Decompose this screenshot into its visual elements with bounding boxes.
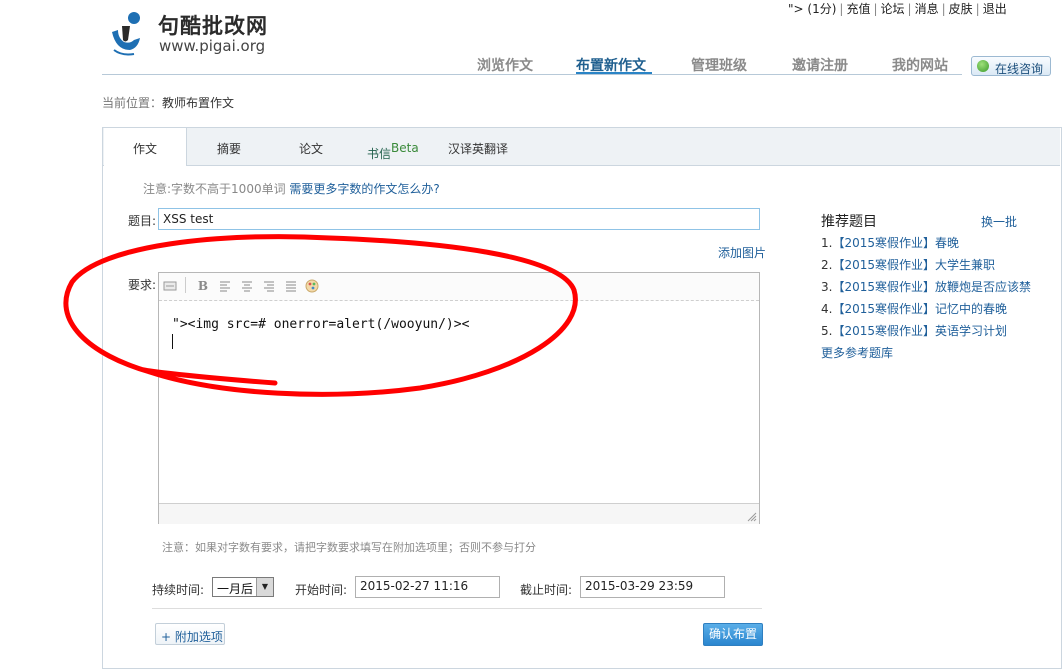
start-time-input[interactable]: 2015-02-27 11:16 bbox=[355, 576, 500, 598]
end-time-input[interactable]: 2015-03-29 23:59 bbox=[580, 576, 725, 598]
recommend-item[interactable]: 2.【2015寒假作业】大学生兼职 bbox=[821, 256, 995, 273]
tab-translation[interactable]: 汉译英翻译 bbox=[448, 140, 508, 157]
word-limit-text: 注意:字数不高于1000单词 bbox=[143, 182, 286, 196]
source-icon[interactable] bbox=[163, 279, 177, 293]
top-link-score[interactable]: "> (1分) bbox=[786, 2, 838, 16]
tab-letter-label: 书信 bbox=[367, 147, 392, 161]
top-link-logout[interactable]: 退出 bbox=[981, 2, 1009, 16]
recommend-item-text: 【2015寒假作业】春晚 bbox=[832, 236, 959, 250]
logo-icon bbox=[112, 12, 140, 56]
recommend-item-num: 1. bbox=[821, 236, 833, 250]
online-consult-button[interactable]: 在线咨询 bbox=[971, 56, 1051, 76]
recommend-item-num: 3. bbox=[821, 280, 833, 294]
refresh-topics-link[interactable]: 换一批 bbox=[981, 213, 1017, 230]
start-time-label: 开始时间: bbox=[295, 583, 348, 597]
tab-letter[interactable]: 书信Beta bbox=[367, 141, 419, 162]
requirement-label: 要求: bbox=[128, 278, 157, 292]
nav-my-site[interactable]: 我的网站 bbox=[892, 55, 948, 75]
resize-handle-icon[interactable] bbox=[745, 510, 757, 522]
form-divider bbox=[152, 608, 762, 609]
header-divider bbox=[102, 74, 962, 75]
recommend-item[interactable]: 5.【2015寒假作业】英语学习计划 bbox=[821, 322, 1007, 339]
recommend-item-num: 5. bbox=[821, 324, 833, 338]
palette-icon[interactable] bbox=[305, 279, 319, 293]
requirement-editor[interactable] bbox=[158, 272, 760, 524]
confirm-assign-button[interactable]: 确认布置 bbox=[703, 623, 763, 646]
end-time-label: 截止时间: bbox=[520, 583, 573, 597]
editor-statusbar bbox=[159, 503, 759, 524]
recommend-title: 推荐题目 bbox=[821, 214, 877, 230]
tab-bar bbox=[103, 128, 1060, 166]
requirement-text: "><img src=# onerror=alert(/wooyun/)>< bbox=[172, 317, 470, 332]
top-link-forum[interactable]: 论坛 bbox=[879, 2, 907, 16]
text-caret bbox=[172, 334, 173, 349]
top-link-skin[interactable]: 皮肤 bbox=[947, 2, 975, 16]
align-left-icon[interactable] bbox=[218, 279, 232, 293]
toolbar-separator bbox=[185, 277, 186, 293]
nav-invite[interactable]: 邀请注册 bbox=[792, 55, 848, 75]
tab-paper[interactable]: 论文 bbox=[299, 140, 323, 157]
tab-essay[interactable]: 作文 bbox=[133, 140, 157, 157]
recommend-item-text: 【2015寒假作业】大学生兼职 bbox=[832, 258, 995, 272]
recommend-item[interactable]: 1.【2015寒假作业】春晚 bbox=[821, 234, 959, 251]
more-words-link[interactable]: 需要更多字数的作文怎么办? bbox=[289, 182, 439, 196]
align-center-icon[interactable] bbox=[240, 279, 254, 293]
nav-manage-class[interactable]: 管理班级 bbox=[691, 55, 747, 75]
breadcrumb: 当前位置：教师布置作文 bbox=[102, 94, 234, 111]
chat-icon bbox=[977, 60, 989, 72]
recommend-item-num: 4. bbox=[821, 302, 833, 316]
recommend-item[interactable]: 3.【2015寒假作业】放鞭炮是否应该禁 bbox=[821, 278, 1031, 295]
title-input[interactable] bbox=[158, 208, 760, 230]
extra-options-label: + 附加选项 bbox=[161, 630, 223, 644]
word-limit-note: 注意:字数不高于1000单词 需要更多字数的作文怎么办? bbox=[143, 180, 440, 197]
logo-name: 句酷批改网 bbox=[158, 14, 268, 38]
add-image-link[interactable]: 添加图片 bbox=[718, 244, 766, 261]
beta-badge: Beta bbox=[391, 141, 419, 155]
duration-label: 持续时间: bbox=[152, 583, 205, 597]
word-requirement-note: 注意：如果对字数有要求，请把字数要求填写在附加选项里；否则不参与打分 bbox=[162, 541, 536, 554]
recommend-item[interactable]: 4.【2015寒假作业】记忆中的春晚 bbox=[821, 300, 1007, 317]
recommend-item-text: 【2015寒假作业】记忆中的春晚 bbox=[832, 302, 1007, 316]
title-label: 题目: bbox=[128, 214, 157, 228]
duration-value: 一月后 bbox=[217, 582, 254, 596]
align-right-icon[interactable] bbox=[262, 279, 276, 293]
recommend-item-text: 【2015寒假作业】放鞭炮是否应该禁 bbox=[832, 280, 1031, 294]
recommend-item-text: 【2015寒假作业】英语学习计划 bbox=[832, 324, 1007, 338]
breadcrumb-prefix: 当前位置： bbox=[102, 96, 163, 110]
nav-browse[interactable]: 浏览作文 bbox=[477, 55, 533, 75]
recommend-item-num: 2. bbox=[821, 258, 833, 272]
align-justify-icon[interactable] bbox=[284, 279, 298, 293]
breadcrumb-current: 教师布置作文 bbox=[162, 96, 235, 110]
chevron-down-icon: ▼ bbox=[256, 578, 273, 596]
bold-icon[interactable]: B bbox=[196, 279, 210, 293]
duration-select[interactable]: 一月后 ▼ bbox=[212, 577, 274, 597]
top-links: "> (1分) | 充值 | 论坛 | 消息 | 皮肤 | 退出 bbox=[786, 2, 1009, 16]
top-link-recharge[interactable]: 充值 bbox=[844, 2, 872, 16]
tab-abstract[interactable]: 摘要 bbox=[217, 140, 241, 157]
more-topics-link[interactable]: 更多参考题库 bbox=[821, 344, 893, 361]
logo-url: www.pigai.org bbox=[159, 37, 266, 55]
extra-options-button[interactable]: + 附加选项 bbox=[155, 623, 225, 645]
online-consult-label: 在线咨询 bbox=[995, 62, 1044, 76]
top-link-messages[interactable]: 消息 bbox=[913, 2, 941, 16]
